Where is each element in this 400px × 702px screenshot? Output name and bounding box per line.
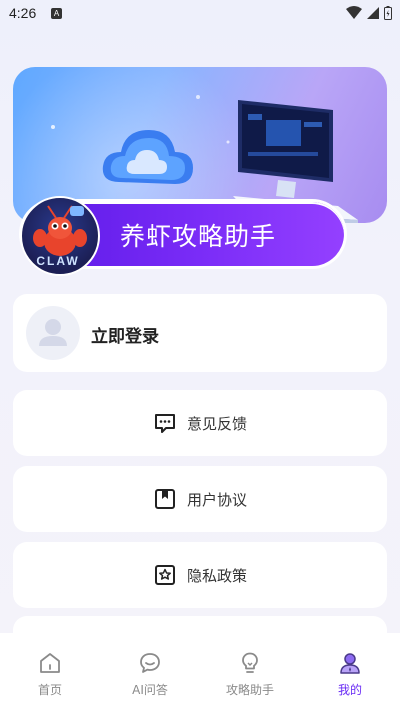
- tab-guide-assistant-label: 攻略助手: [225, 683, 274, 697]
- status-time: 4:26: [9, 5, 37, 21]
- chat-dots-icon: [154, 414, 175, 433]
- tab-home[interactable]: 首页: [0, 633, 100, 702]
- user-agreement-item[interactable]: 用户协议: [13, 466, 387, 532]
- tab-ai-qa[interactable]: AI问答: [100, 633, 200, 702]
- notification-icon: A: [51, 8, 62, 19]
- battery-icon: [384, 6, 392, 20]
- lightbulb-icon: [242, 652, 258, 673]
- status-bar: 4:26 A: [0, 0, 400, 28]
- tab-home-label: 首页: [37, 683, 62, 697]
- avatar-placeholder[interactable]: [26, 306, 80, 360]
- user-icon: [340, 653, 360, 674]
- star-badge-icon: [154, 565, 175, 585]
- wifi-icon: [346, 6, 362, 19]
- tab-mine-label: 我的: [337, 683, 362, 697]
- feedback-label: 意见反馈: [186, 414, 247, 433]
- bottom-tab-bar: 首页 AI问答 攻略助手 我的: [0, 633, 400, 702]
- signal-icon: [367, 7, 379, 19]
- home-icon: [40, 653, 60, 673]
- tab-mine[interactable]: 我的: [300, 633, 400, 702]
- user-agreement-label: 用户协议: [186, 490, 247, 509]
- login-button[interactable]: 立即登录: [91, 322, 159, 347]
- privacy-policy-label: 隐私政策: [186, 566, 247, 585]
- chat-bubble-icon: [140, 653, 160, 673]
- user-silhouette-icon: [39, 319, 67, 346]
- feedback-item[interactable]: 意见反馈: [13, 390, 387, 456]
- privacy-policy-item[interactable]: 隐私政策: [13, 542, 387, 608]
- tab-ai-qa-label: AI问答: [132, 683, 168, 697]
- logo-text: CLAW: [36, 254, 80, 268]
- tab-guide-assistant[interactable]: 攻略助手: [200, 633, 300, 702]
- app-title: 养虾攻略助手: [120, 222, 277, 251]
- bookmark-icon: [154, 489, 175, 509]
- status-icons: [346, 6, 392, 20]
